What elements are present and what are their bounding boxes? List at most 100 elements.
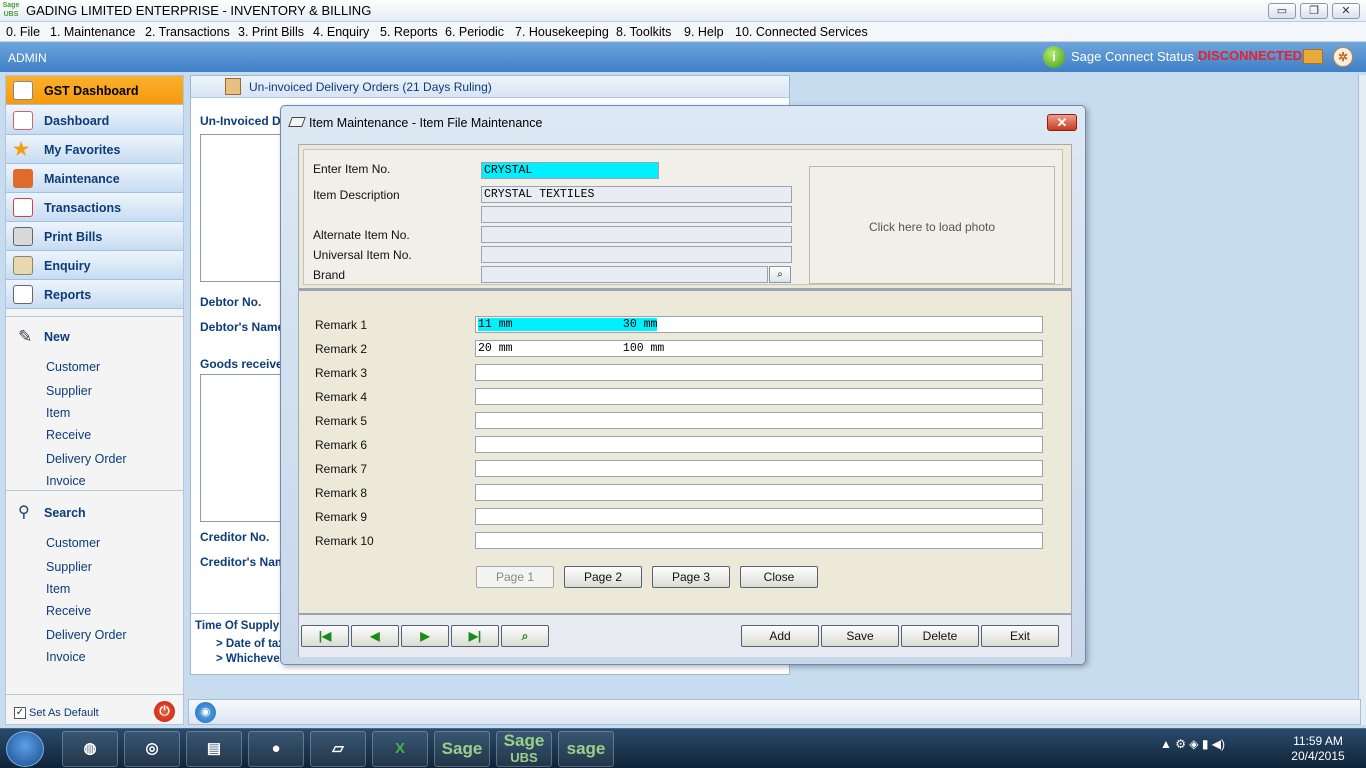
sidebar-item-reports[interactable]: Reports bbox=[6, 280, 183, 309]
first-record-button[interactable]: |◀ bbox=[301, 625, 349, 647]
notes-icon[interactable]: ▱ bbox=[310, 731, 366, 767]
menu-transactions[interactable]: 2. Transactions bbox=[145, 25, 230, 39]
brand-lookup-button[interactable]: ⌕ bbox=[769, 266, 791, 283]
sage-app-3-icon[interactable]: sage bbox=[558, 731, 614, 767]
scrollbar[interactable] bbox=[1358, 75, 1366, 725]
page-1-button[interactable]: Page 1 bbox=[476, 566, 554, 588]
new-delivery-order-link[interactable]: Delivery Order bbox=[46, 452, 127, 466]
wrench-icon bbox=[13, 169, 33, 188]
item-description-input[interactable]: CRYSTAL TEXTILES bbox=[481, 186, 792, 203]
remark-3-label: Remark 3 bbox=[315, 366, 368, 380]
user-name: ADMIN bbox=[8, 51, 47, 65]
enter-item-input[interactable]: CRYSTAL bbox=[481, 162, 659, 179]
save-button[interactable]: Save bbox=[821, 625, 899, 647]
remark-6-input[interactable] bbox=[475, 436, 1043, 453]
remark-5-input[interactable] bbox=[475, 412, 1043, 429]
menu-toolkits[interactable]: 8. Toolkits bbox=[616, 25, 671, 39]
remark-1-label: Remark 1 bbox=[315, 318, 368, 332]
photo-box[interactable]: Click here to load photo bbox=[809, 166, 1055, 284]
system-tray[interactable]: ▲ ⚙ ◈ ▮ ◀) bbox=[1160, 737, 1225, 751]
find-record-button[interactable]: ⌕ bbox=[501, 625, 549, 647]
next-record-button[interactable]: ▶ bbox=[401, 625, 449, 647]
alternate-item-input[interactable] bbox=[481, 226, 792, 243]
firefox-icon[interactable]: ◍ bbox=[62, 731, 118, 767]
start-button[interactable] bbox=[6, 731, 44, 767]
previous-record-button[interactable]: ◀ bbox=[351, 625, 399, 647]
menu-housekeeping[interactable]: 7. Housekeeping bbox=[515, 25, 609, 39]
new-item-link[interactable]: Item bbox=[46, 406, 70, 420]
item-description-2-input[interactable] bbox=[481, 206, 792, 223]
window-close-button[interactable]: ✕ bbox=[1332, 3, 1360, 19]
set-default-checkbox[interactable]: ✓ Set As Default bbox=[14, 707, 99, 720]
media-icon[interactable]: ● bbox=[248, 731, 304, 767]
remark-7-label: Remark 7 bbox=[315, 462, 368, 476]
power-icon[interactable]: ⏻ bbox=[154, 701, 175, 722]
new-customer-link[interactable]: Customer bbox=[46, 360, 100, 374]
sidebar-item-gst-dashboard[interactable]: GST Dashboard bbox=[6, 76, 183, 105]
menu-periodic[interactable]: 6. Periodic bbox=[445, 25, 504, 39]
menu-enquiry[interactable]: 4. Enquiry bbox=[313, 25, 369, 39]
restore-button[interactable]: ❐ bbox=[1300, 3, 1328, 19]
sidebar-item-maintenance[interactable]: Maintenance bbox=[6, 164, 183, 193]
alternate-item-label: Alternate Item No. bbox=[313, 228, 410, 242]
sage-app-2-icon[interactable]: Sage UBS bbox=[496, 731, 552, 767]
dialog-title: Item Maintenance - Item File Maintenance bbox=[309, 116, 543, 130]
mail-icon[interactable] bbox=[1303, 49, 1323, 64]
search-supplier-link[interactable]: Supplier bbox=[46, 560, 92, 574]
dialog-close-button[interactable]: ✕ bbox=[1047, 114, 1077, 131]
menu-maintenance[interactable]: 1. Maintenance bbox=[50, 25, 135, 39]
new-receive-link[interactable]: Receive bbox=[46, 428, 91, 442]
search-receive-link[interactable]: Receive bbox=[46, 604, 91, 618]
status-bar: ADMIN i Sage Connect Status : DISCONNECT… bbox=[0, 42, 1366, 72]
remark-8-input[interactable] bbox=[475, 484, 1043, 501]
menu-reports[interactable]: 5. Reports bbox=[380, 25, 438, 39]
rss-icon[interactable]: ◉ bbox=[195, 702, 216, 723]
search-customer-link[interactable]: Customer bbox=[46, 536, 100, 550]
remark-9-input[interactable] bbox=[475, 508, 1043, 525]
date-of-tax-label: > Date of tax bbox=[216, 638, 285, 650]
chrome-icon[interactable]: ◎ bbox=[124, 731, 180, 767]
sidebar-item-transactions[interactable]: Transactions bbox=[6, 193, 183, 222]
last-record-button[interactable]: ▶| bbox=[451, 625, 499, 647]
folder-icon[interactable]: ▤ bbox=[186, 731, 242, 767]
new-supplier-link[interactable]: Supplier bbox=[46, 384, 92, 398]
connect-status-value: DISCONNECTED bbox=[1198, 48, 1303, 63]
sidebar-item-my-favorites[interactable]: ★ My Favorites bbox=[6, 135, 183, 164]
menu-help[interactable]: 9. Help bbox=[684, 25, 724, 39]
sidebar-item-enquiry[interactable]: Enquiry bbox=[6, 251, 183, 280]
remark-4-input[interactable] bbox=[475, 388, 1043, 405]
page-3-button[interactable]: Page 3 bbox=[652, 566, 730, 588]
whichever-label: > Whicheve bbox=[216, 653, 280, 665]
title-bar: Sage UBS GADING LIMITED ENTERPRISE - INVE… bbox=[0, 0, 1366, 22]
remark-7-input[interactable] bbox=[475, 460, 1043, 477]
search-invoice-link[interactable]: Invoice bbox=[46, 650, 86, 664]
divider bbox=[6, 316, 183, 317]
menu-file[interactable]: 0. File bbox=[6, 25, 40, 39]
minimize-button[interactable]: ▭ bbox=[1268, 3, 1296, 19]
remark-3-input[interactable] bbox=[475, 364, 1043, 381]
sidebar-item-dashboard[interactable]: Dashboard bbox=[6, 106, 183, 135]
sidebar-item-print-bills[interactable]: Print Bills bbox=[6, 222, 183, 251]
excel-icon[interactable]: X bbox=[372, 731, 428, 767]
info-icon[interactable]: i bbox=[1043, 46, 1065, 68]
new-invoice-link[interactable]: Invoice bbox=[46, 474, 86, 488]
page-close-button[interactable]: Close bbox=[740, 566, 818, 588]
sage-app-1-icon[interactable]: Sage bbox=[434, 731, 490, 767]
remark-1-input[interactable]: 11 mm 30 mm bbox=[475, 316, 1043, 333]
remark-10-input[interactable] bbox=[475, 532, 1043, 549]
search-delivery-order-link[interactable]: Delivery Order bbox=[46, 628, 127, 642]
clock[interactable]: 11:59 AM 20/4/2015 bbox=[1288, 734, 1348, 764]
panel-header: Un-invoiced Delivery Orders (21 Days Rul… bbox=[191, 76, 789, 98]
add-button[interactable]: Add bbox=[741, 625, 819, 647]
brand-input[interactable] bbox=[481, 266, 768, 283]
menu-connected-services[interactable]: 10. Connected Services bbox=[735, 25, 868, 39]
delete-button[interactable]: Delete bbox=[901, 625, 979, 647]
exit-button[interactable]: Exit bbox=[981, 625, 1059, 647]
universal-item-input[interactable] bbox=[481, 246, 792, 263]
remark-5-label: Remark 5 bbox=[315, 414, 368, 428]
tools-icon[interactable]: ✲ bbox=[1333, 47, 1353, 67]
remark-2-input[interactable]: 20 mm 100 mm bbox=[475, 340, 1043, 357]
menu-print-bills[interactable]: 3. Print Bills bbox=[238, 25, 304, 39]
page-2-button[interactable]: Page 2 bbox=[564, 566, 642, 588]
search-item-link[interactable]: Item bbox=[46, 582, 70, 596]
